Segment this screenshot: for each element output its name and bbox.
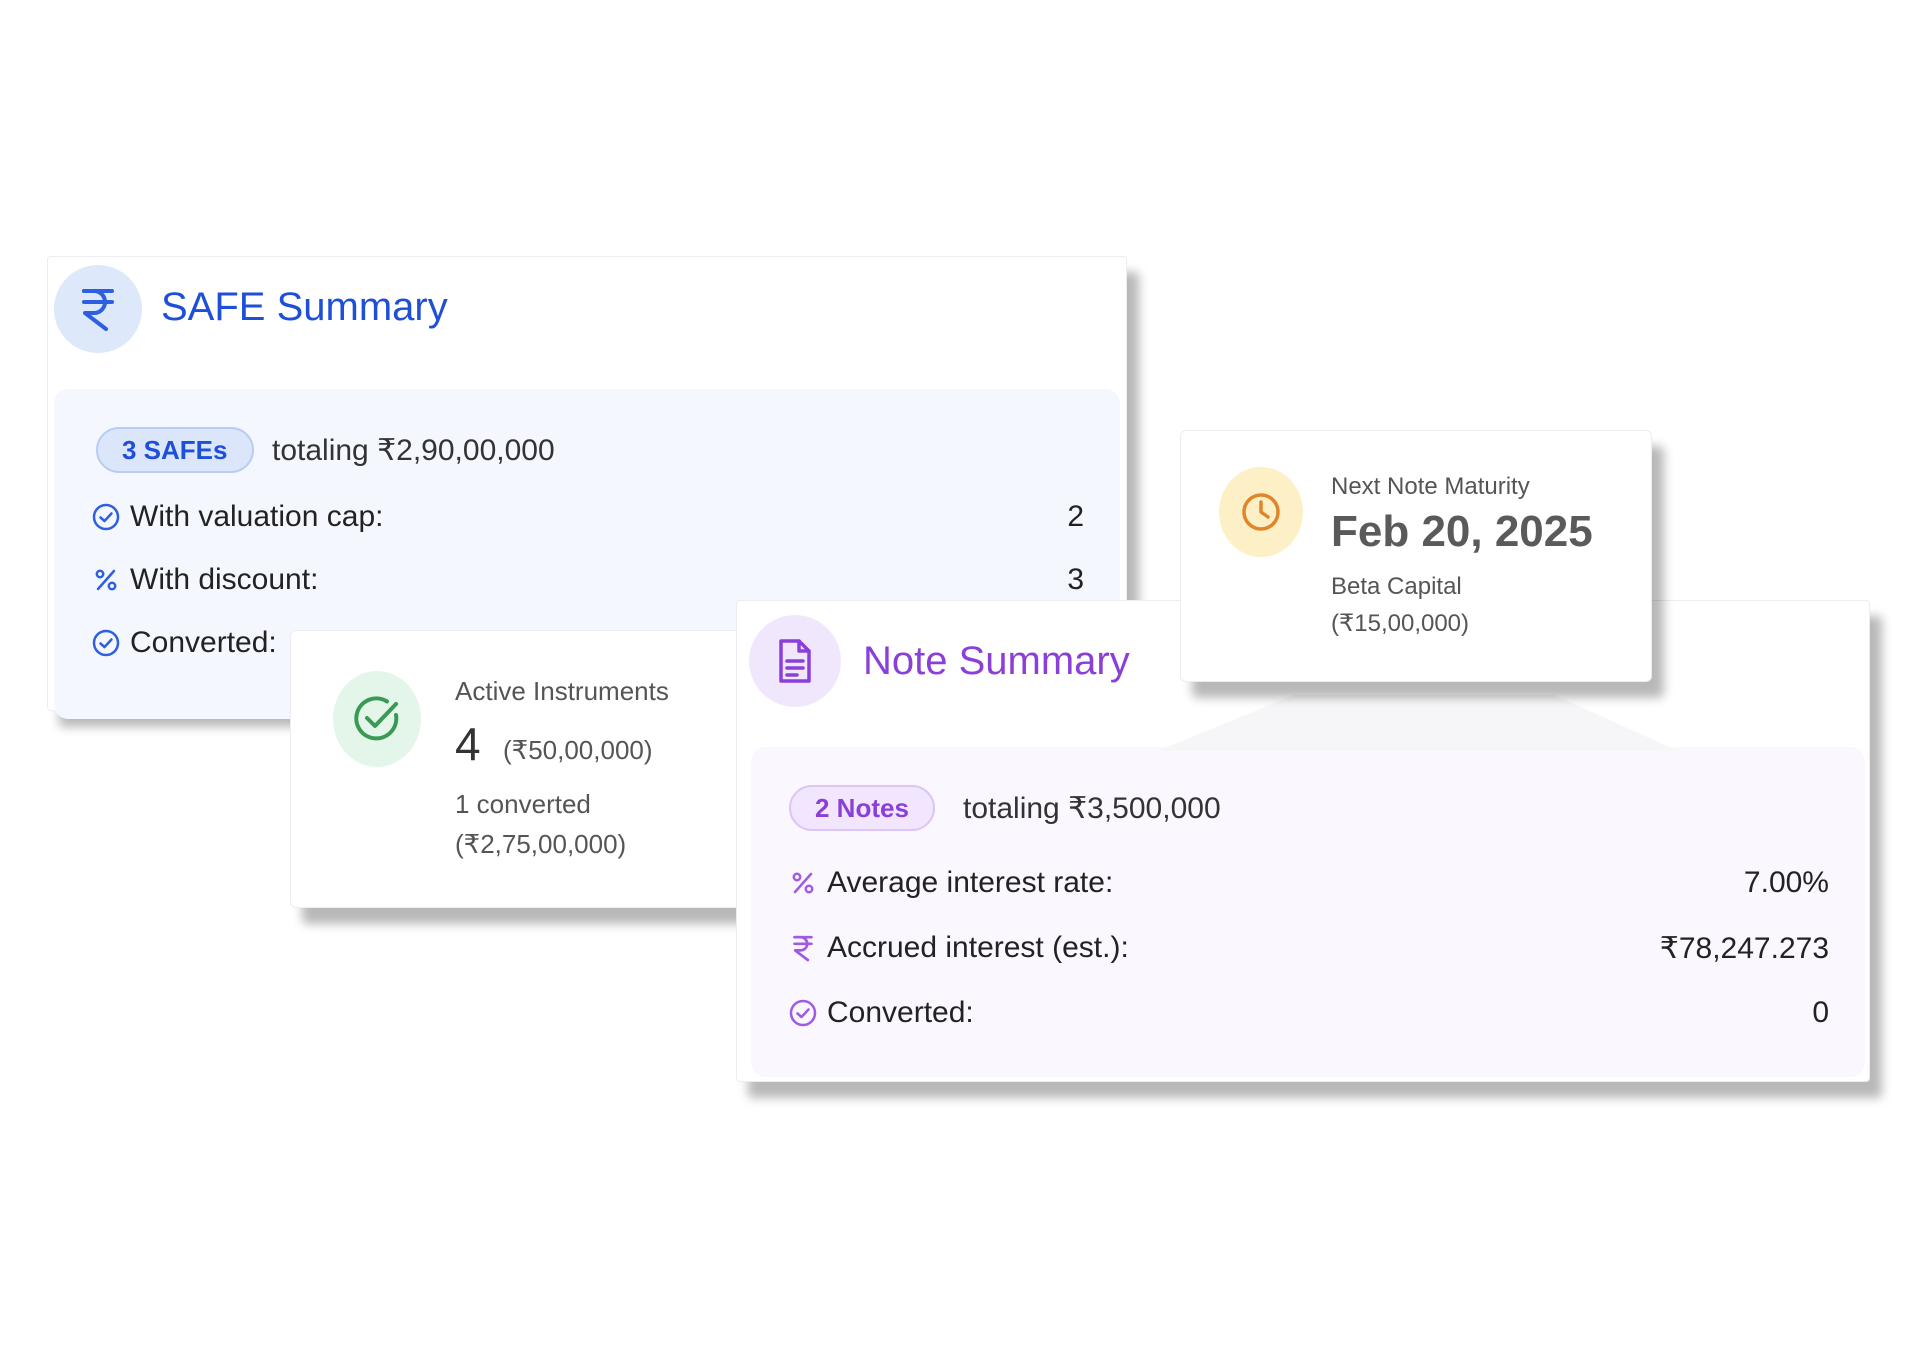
note-row-accrued-interest: Accrued interest (est.): ₹78,247.273 — [787, 928, 1829, 968]
active-instruments-card: Active Instruments 4 (₹50,00,000) 1 conv… — [290, 630, 750, 908]
safe-summary-title: SAFE Summary — [161, 285, 448, 329]
next-maturity-label: Next Note Maturity — [1331, 473, 1530, 500]
active-instruments-converted: 1 converted — [455, 789, 591, 819]
note-summary-title: Note Summary — [863, 639, 1130, 683]
note-row-value: 0 — [1812, 996, 1829, 1029]
note-row-interest-rate: Average interest rate: 7.00% — [787, 863, 1829, 903]
active-instruments-amount: (₹50,00,000) — [503, 735, 653, 765]
note-row-label: Accrued interest (est.): — [827, 931, 1129, 964]
safe-row-discount: With discount: 3 — [90, 560, 1084, 600]
safe-row-label: With discount: — [130, 563, 319, 596]
check-circle-icon — [787, 997, 819, 1029]
next-maturity-card: Next Note Maturity Feb 20, 2025 Beta Cap… — [1180, 430, 1652, 682]
rupee-icon — [54, 265, 142, 353]
percent-icon — [90, 564, 122, 596]
note-count-badge: 2 Notes — [789, 785, 935, 831]
safe-row-value: 3 — [1067, 563, 1084, 596]
percent-icon — [787, 867, 819, 899]
safe-row-value: 2 — [1067, 500, 1084, 533]
clock-icon — [1219, 467, 1303, 557]
note-row-converted: Converted: 0 — [787, 993, 1829, 1033]
document-icon — [749, 615, 841, 707]
note-row-value: 7.00% — [1743, 866, 1829, 899]
safe-total-text: totaling ₹2,90,00,000 — [272, 434, 555, 467]
safe-row-valuation-cap: With valuation cap: 2 — [90, 497, 1084, 537]
note-summary-panel: 2 Notes totaling ₹3,500,000 Average inte… — [751, 747, 1865, 1077]
active-instruments-converted-amount: (₹2,75,00,000) — [455, 829, 627, 859]
note-row-label: Converted: — [827, 996, 974, 1029]
check-circle-icon — [90, 501, 122, 533]
note-row-label: Average interest rate: — [827, 866, 1114, 899]
check-circle-icon — [333, 671, 421, 767]
safe-count-badge: 3 SAFEs — [96, 427, 254, 473]
note-total-text: totaling ₹3,500,000 — [963, 792, 1221, 825]
active-instruments-label: Active Instruments — [455, 676, 669, 706]
rupee-icon — [787, 932, 819, 964]
next-maturity-date: Feb 20, 2025 — [1331, 507, 1593, 556]
note-row-value: ₹78,247.273 — [1659, 931, 1829, 965]
active-instruments-count: 4 — [455, 718, 481, 770]
check-circle-icon — [90, 627, 122, 659]
safe-row-label: With valuation cap: — [130, 500, 384, 533]
next-maturity-amount: (₹15,00,000) — [1331, 610, 1470, 637]
next-maturity-investor: Beta Capital — [1331, 573, 1462, 600]
